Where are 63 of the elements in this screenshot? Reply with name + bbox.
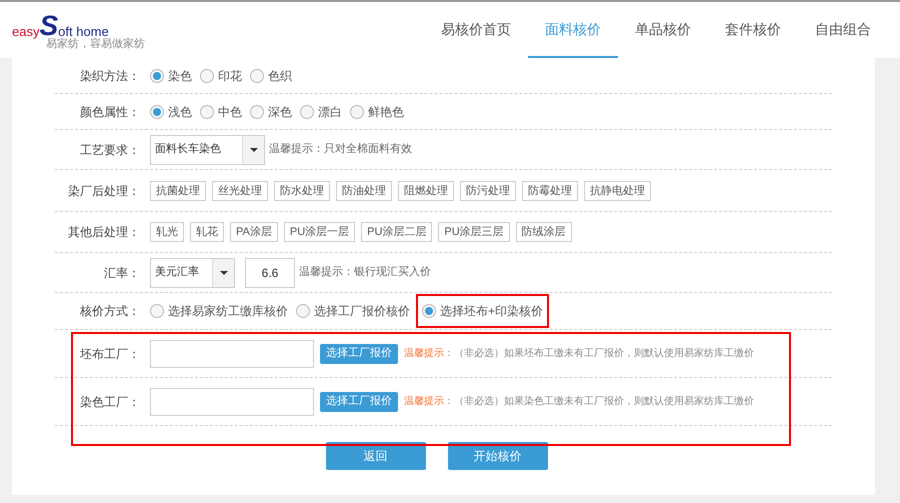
option-label: 浅色 bbox=[168, 104, 192, 120]
radio-button[interactable] bbox=[150, 304, 164, 318]
option-label: 印花 bbox=[218, 68, 242, 84]
radio-button[interactable] bbox=[250, 68, 264, 82]
option-label: 鲜艳色 bbox=[368, 104, 404, 120]
tag-button[interactable]: PU涂层二层 bbox=[361, 222, 432, 242]
tag-button[interactable]: 轧花 bbox=[190, 222, 224, 242]
field-label: 染厂后处理： bbox=[67, 182, 141, 200]
tag-button[interactable]: 防污处理 bbox=[460, 180, 516, 200]
option-label: 色织 bbox=[268, 68, 292, 84]
tag-button[interactable]: 抗菌处理 bbox=[150, 180, 206, 200]
field-label: 染织方法： bbox=[79, 68, 141, 84]
tag-button[interactable]: 防油处理 bbox=[336, 180, 392, 200]
field-label: 染色工厂： bbox=[79, 394, 141, 410]
radio-button[interactable] bbox=[300, 104, 314, 118]
field-label: 工艺要求： bbox=[79, 142, 141, 158]
tag-button[interactable]: 防水处理 bbox=[274, 180, 330, 200]
logo-text: easy bbox=[12, 24, 40, 38]
field-label: 其他后处理： bbox=[67, 224, 141, 241]
tag-button[interactable]: PA涂层 bbox=[230, 222, 278, 242]
hint-text: 温馨提示：只对全棉面料有效 bbox=[269, 142, 412, 158]
caret-icon bbox=[220, 270, 228, 274]
field-label: 颜色属性： bbox=[79, 104, 141, 120]
hint-text: 温馨提示：银行现汇买入价 bbox=[299, 265, 431, 280]
radio-button[interactable] bbox=[150, 104, 164, 118]
tag-button[interactable]: 防霉处理 bbox=[522, 180, 578, 200]
nav-tab[interactable]: 自由组合 bbox=[798, 2, 888, 58]
option-label: 选择坯布+印染核价 bbox=[440, 303, 544, 320]
field-label: 坯布工厂： bbox=[79, 346, 141, 362]
tag-button[interactable]: 抗静电处理 bbox=[584, 180, 651, 200]
hint-text: 温馨提示：（非必选）如果坯布工缴未有工厂报价，则默认使用易家纺库工缴价 bbox=[404, 346, 754, 361]
nav-tab[interactable]: 易核价首页 bbox=[424, 2, 528, 58]
radio-button[interactable] bbox=[250, 104, 264, 118]
logo-text: oft home bbox=[58, 24, 109, 38]
dropdown[interactable]: 面料长车染色 bbox=[150, 134, 265, 164]
caret-icon bbox=[250, 148, 258, 152]
tag-button[interactable]: 阻燃处理 bbox=[398, 180, 454, 200]
tag-button[interactable]: PU涂层三层 bbox=[438, 222, 510, 242]
factory-input[interactable] bbox=[150, 388, 314, 416]
radio-button[interactable] bbox=[296, 304, 310, 318]
option-label: 深色 bbox=[268, 104, 292, 120]
rate-input[interactable]: 6.6 bbox=[245, 258, 295, 288]
tag-button[interactable]: 轧光 bbox=[150, 222, 184, 242]
radio-button[interactable] bbox=[200, 68, 214, 82]
option-label: 选择工厂报价核价 bbox=[314, 303, 410, 320]
option-label: 中色 bbox=[218, 104, 242, 120]
nav-tab[interactable]: 套件核价 bbox=[708, 2, 798, 58]
tag-button[interactable]: PU涂层一层 bbox=[284, 222, 356, 242]
tag-button[interactable]: 丝光处理 bbox=[212, 180, 268, 200]
radio-button[interactable] bbox=[422, 304, 436, 318]
tag-button[interactable]: 防绒涂层 bbox=[516, 222, 572, 242]
field-label: 核价方式： bbox=[79, 303, 141, 320]
radio-button[interactable] bbox=[150, 68, 164, 82]
radio-button[interactable] bbox=[200, 104, 214, 118]
option-label: 漂白 bbox=[318, 104, 342, 120]
option-label: 选择易家纺工缴库核价 bbox=[168, 303, 288, 320]
field-label: 汇率： bbox=[103, 264, 141, 282]
option-label: 染色 bbox=[168, 68, 192, 84]
radio-button[interactable] bbox=[350, 104, 364, 118]
factory-input[interactable] bbox=[150, 340, 314, 368]
hint-text: 温馨提示：（非必选）如果染色工缴未有工厂报价，则默认使用易家纺库工缴价 bbox=[404, 394, 754, 409]
dropdown[interactable]: 美元汇率 bbox=[150, 258, 235, 288]
nav-tab[interactable]: 单品核价 bbox=[618, 2, 708, 58]
